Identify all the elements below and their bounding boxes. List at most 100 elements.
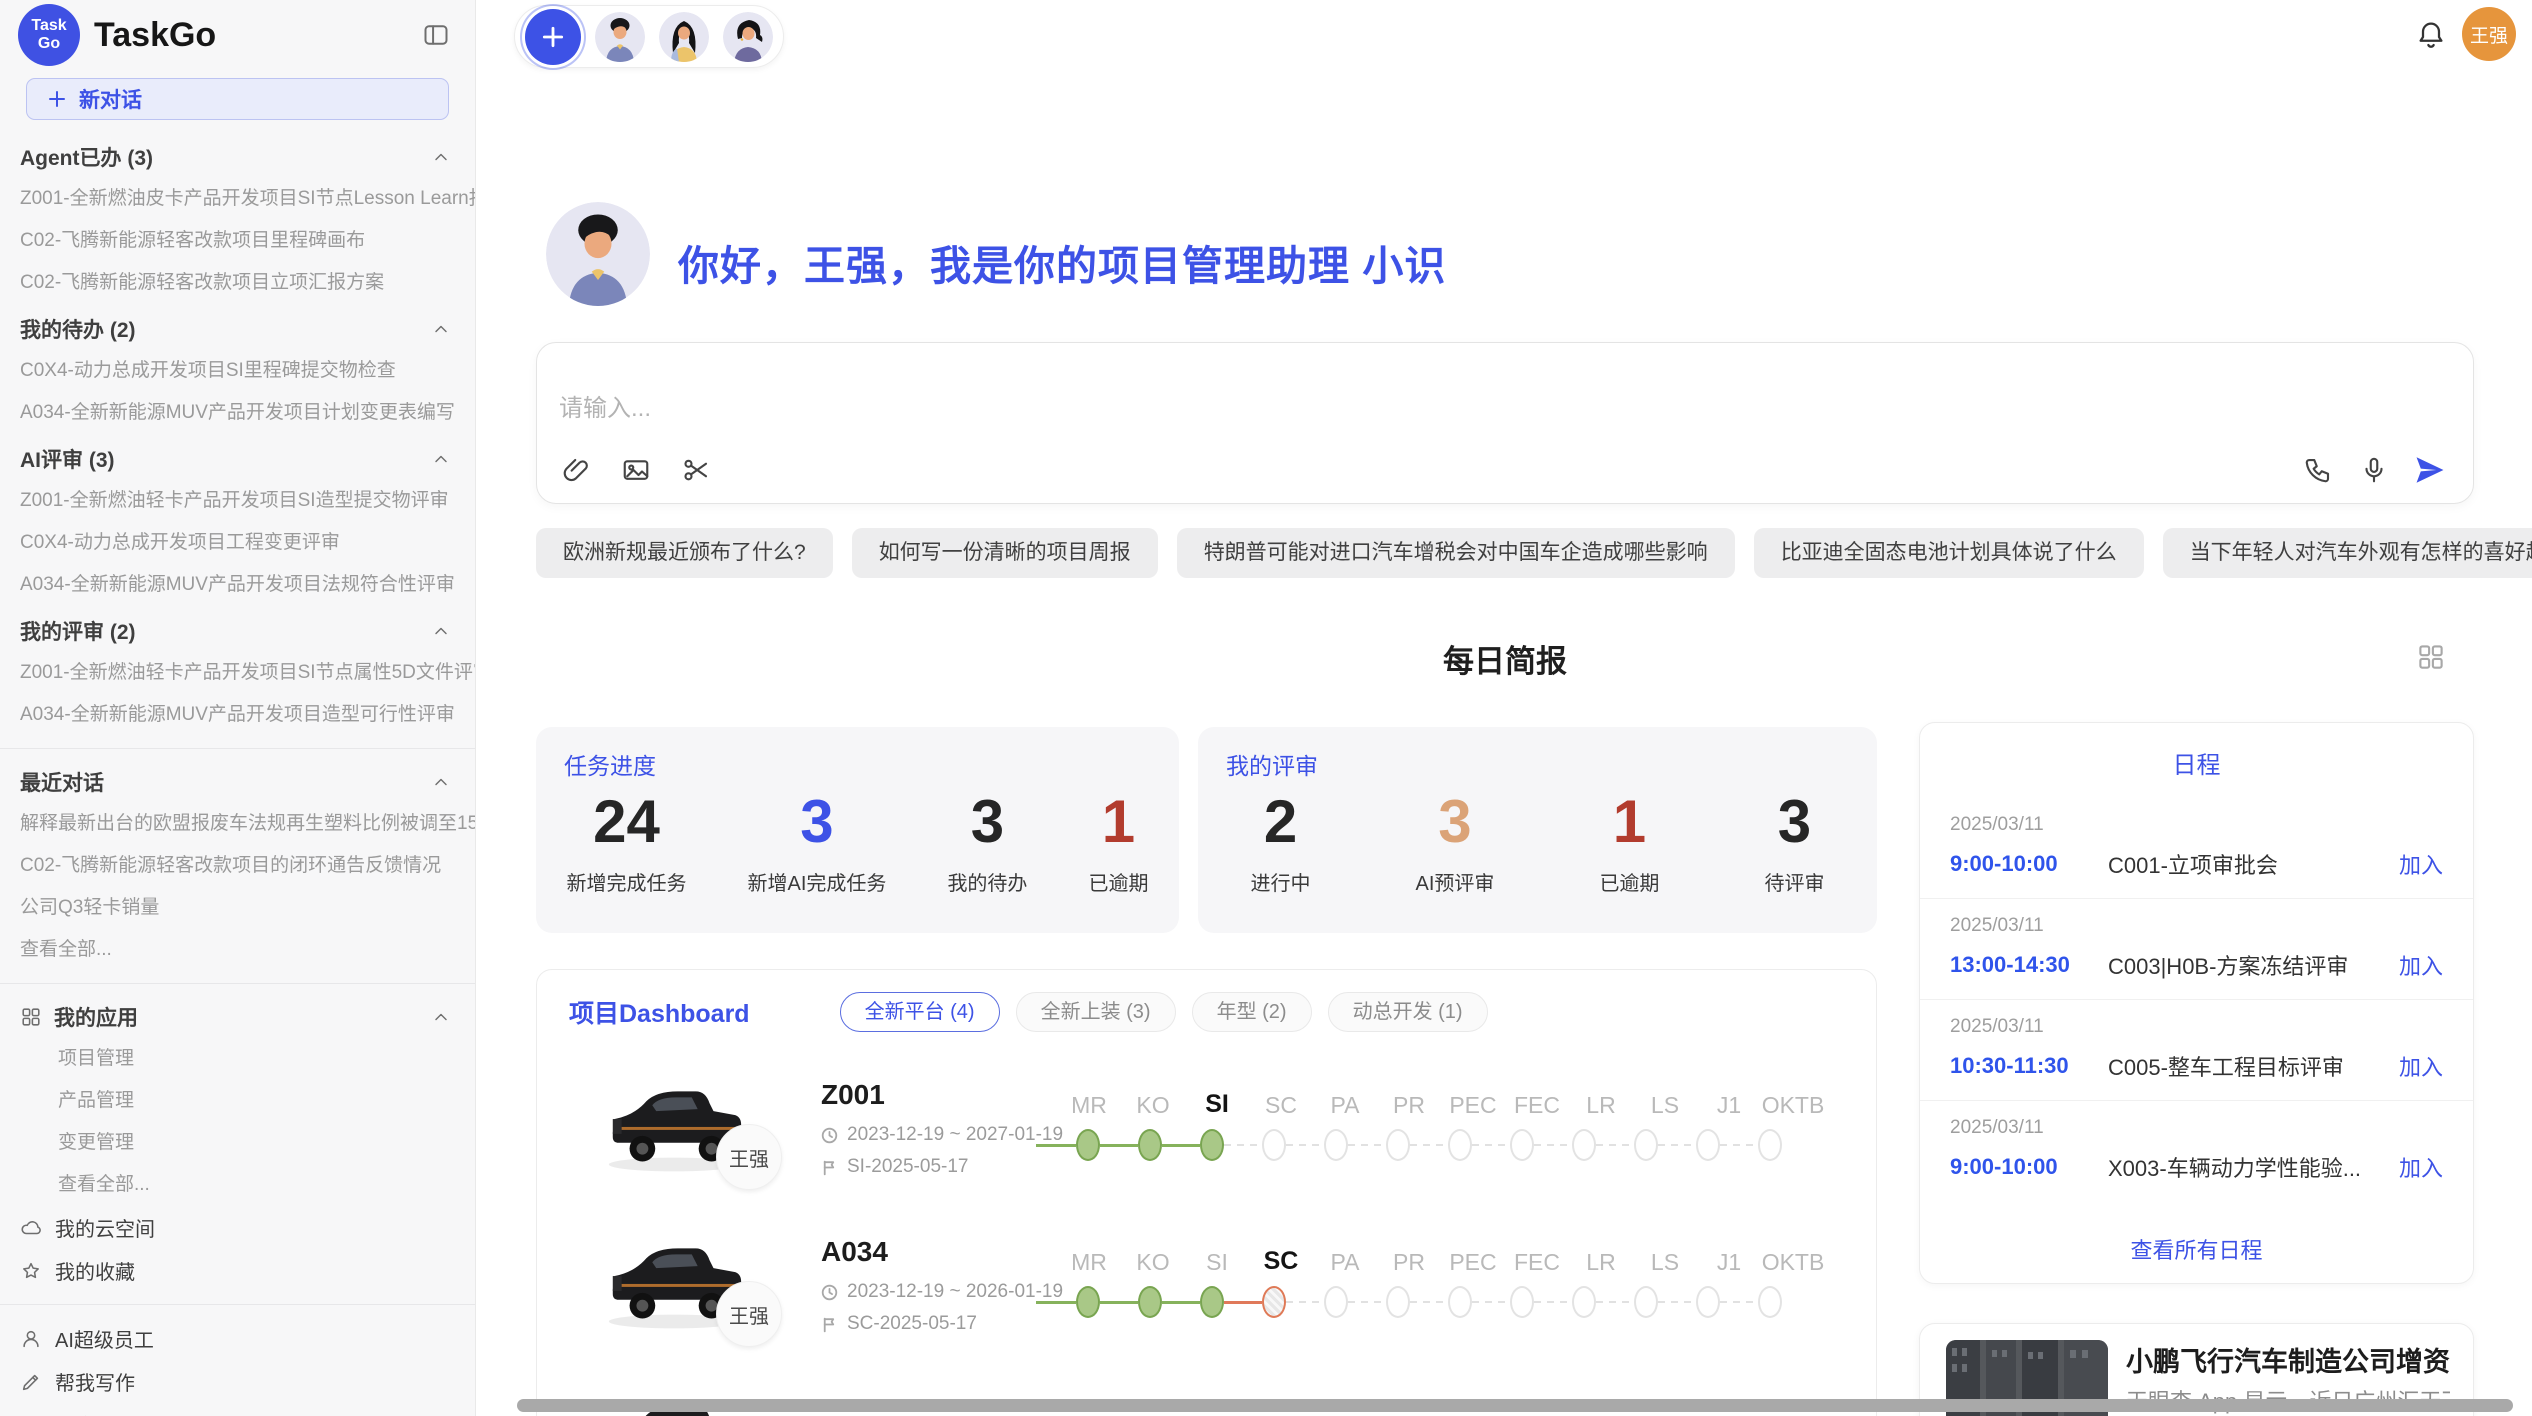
tab-model-year[interactable]: 年型 (2): [1192, 992, 1312, 1032]
section-my-apps[interactable]: 我的应用: [0, 996, 475, 1038]
sidebar-item-creative-draw[interactable]: 创意制图: [0, 1403, 475, 1416]
milestone-node[interactable]: [1572, 1286, 1596, 1318]
chat-input[interactable]: [559, 395, 2159, 423]
milestone-node[interactable]: [1696, 1286, 1720, 1318]
milestone-node[interactable]: [1076, 1129, 1100, 1161]
milestone-node[interactable]: [1138, 1286, 1162, 1318]
join-link[interactable]: 加入: [2399, 1050, 2443, 1082]
image-icon[interactable]: [619, 453, 653, 487]
stat-label: 新增AI完成任务: [748, 867, 887, 896]
milestone-node[interactable]: [1634, 1286, 1658, 1318]
milestone-node[interactable]: [1510, 1286, 1534, 1318]
suggestion-chip[interactable]: 如何写一份清晰的项目周报: [852, 528, 1158, 578]
milestone-label: LR: [1569, 1249, 1633, 1276]
stat-item: 1 已逾期: [1599, 789, 1659, 896]
help-write-label: 帮我写作: [55, 1367, 135, 1396]
new-chat-button[interactable]: 新对话: [26, 78, 449, 120]
sidebar-item[interactable]: Z001-全新燃油皮卡产品开发项目SI节点Lesson Learn报告: [0, 178, 475, 220]
project-row[interactable]: 王强 Z001 2023-12-19 ~ 2027-01-19 SI-2025-…: [537, 1067, 1877, 1217]
recent-chat-item[interactable]: 查看全部...: [0, 929, 475, 971]
section-recent-chats[interactable]: 最近对话: [0, 761, 475, 803]
user-avatar[interactable]: 王强: [2462, 7, 2516, 61]
sidebar-item[interactable]: C0X4-动力总成开发项目SI里程碑提交物检查: [0, 350, 475, 392]
join-link[interactable]: 加入: [2399, 848, 2443, 880]
recent-chat-item[interactable]: 解释最新出台的欧盟报废车法规再生塑料比例被调至15%...: [0, 803, 475, 845]
sidebar: Task Go TaskGo 新对话 Agent已办 (3) Z001-全新燃油…: [0, 0, 476, 1416]
suggestion-chip[interactable]: 欧洲新规最近颁布了什么?: [536, 528, 833, 578]
briefing-layout-icon[interactable]: [2414, 640, 2448, 674]
sidebar-item-favorites[interactable]: 我的收藏: [0, 1249, 475, 1292]
milestone-node[interactable]: [1138, 1129, 1162, 1161]
stat-item: 24 新增完成任务: [567, 789, 687, 896]
milestone-node[interactable]: [1200, 1286, 1224, 1318]
milestone-node[interactable]: [1386, 1286, 1410, 1318]
sidebar-item-cloud-space[interactable]: 我的云空间: [0, 1206, 475, 1249]
app-item[interactable]: 变更管理: [0, 1122, 475, 1164]
milestone-label: LS: [1633, 1092, 1697, 1119]
milestone-label: KO: [1121, 1249, 1185, 1276]
add-assistant-button[interactable]: [525, 9, 581, 65]
sidebar-item[interactable]: Z001-全新燃油轻卡产品开发项目SI造型提交物评审: [0, 480, 475, 522]
send-icon[interactable]: [2413, 453, 2447, 487]
assistant-avatar-3[interactable]: [723, 12, 773, 62]
app-item[interactable]: 产品管理: [0, 1080, 475, 1122]
sidebar-item[interactable]: C02-飞腾新能源轻客改款项目立项汇报方案: [0, 262, 475, 304]
join-link[interactable]: 加入: [2399, 1151, 2443, 1183]
sidebar-item[interactable]: A034-全新新能源MUV产品开发项目造型可行性评审: [0, 694, 475, 736]
sidebar-item[interactable]: A034-全新新能源MUV产品开发项目法规符合性评审: [0, 564, 475, 606]
milestone-node[interactable]: [1324, 1129, 1348, 1161]
section-label: 最近对话: [20, 767, 104, 797]
sidebar-item[interactable]: Z001-全新燃油轻卡产品开发项目SI节点属性5D文件评审: [0, 652, 475, 694]
section-agent-done[interactable]: Agent已办 (3): [0, 136, 475, 178]
recent-chat-item[interactable]: 公司Q3轻卡销量: [0, 887, 475, 929]
milestone-node[interactable]: [1696, 1129, 1720, 1161]
section-my-todo[interactable]: 我的待办 (2): [0, 308, 475, 350]
app-item[interactable]: 项目管理: [0, 1038, 475, 1080]
recent-chat-item[interactable]: C02-飞腾新能源轻客改款项目的闭环通告反馈情况: [0, 845, 475, 887]
section-label: 我的应用: [54, 1002, 138, 1032]
view-all-schedule-link[interactable]: 查看所有日程: [1920, 1233, 2473, 1265]
sidebar-item-help-write[interactable]: 帮我写作: [0, 1360, 475, 1403]
microphone-icon[interactable]: [2357, 453, 2391, 487]
project-code: Z001: [821, 1079, 885, 1111]
milestone-node[interactable]: [1448, 1286, 1472, 1318]
milestone-node[interactable]: [1634, 1129, 1658, 1161]
schedule-date: 2025/03/11: [1950, 915, 2443, 937]
app-item[interactable]: 查看全部...: [0, 1164, 475, 1206]
assistant-avatar-1[interactable]: [595, 12, 645, 62]
suggestion-chip[interactable]: 比亚迪全固态电池计划具体说了什么: [1754, 528, 2144, 578]
milestone-node[interactable]: [1386, 1129, 1410, 1161]
section-ai-review[interactable]: AI评审 (3): [0, 438, 475, 480]
tab-all-new-platform[interactable]: 全新平台 (4): [840, 992, 1000, 1032]
project-row[interactable]: 王强 A034 2023-12-19 ~ 2026-01-19 SC-2025-…: [537, 1224, 1877, 1374]
milestone-node[interactable]: [1758, 1129, 1782, 1161]
sidebar-item[interactable]: C02-飞腾新能源轻客改款项目里程碑画布: [0, 220, 475, 262]
join-link[interactable]: 加入: [2399, 949, 2443, 981]
section-my-review[interactable]: 我的评审 (2): [0, 610, 475, 652]
phone-icon[interactable]: [2301, 453, 2335, 487]
milestone-node[interactable]: [1758, 1286, 1782, 1318]
sidebar-item-ai-employee[interactable]: AI超级员工: [0, 1317, 475, 1360]
milestone-node[interactable]: [1324, 1286, 1348, 1318]
suggestion-chip[interactable]: 当下年轻人对汽车外观有怎样的喜好趋势: [2163, 528, 2532, 578]
milestone-node[interactable]: [1510, 1129, 1534, 1161]
section-label: 我的评审 (2): [20, 616, 136, 646]
sidebar-item[interactable]: C0X4-动力总成开发项目工程变更评审: [0, 522, 475, 564]
milestone-node[interactable]: [1200, 1129, 1224, 1161]
milestone-node[interactable]: [1572, 1129, 1596, 1161]
milestone-node[interactable]: [1076, 1286, 1100, 1318]
schedule-item: 2025/03/11 9:00-10:00 C001-立项审批会 加入: [1920, 798, 2473, 899]
scissors-icon[interactable]: [679, 453, 713, 487]
horizontal-scrollbar[interactable]: [517, 1399, 2513, 1412]
collapse-sidebar-icon[interactable]: [419, 18, 453, 52]
tab-powertrain-dev[interactable]: 动总开发 (1): [1328, 992, 1488, 1032]
notification-bell-icon[interactable]: [2414, 18, 2448, 52]
tab-all-new-body[interactable]: 全新上装 (3): [1016, 992, 1176, 1032]
assistant-avatar-2[interactable]: [659, 12, 709, 62]
milestone-node[interactable]: [1262, 1129, 1286, 1161]
sidebar-item[interactable]: A034-全新新能源MUV产品开发项目计划变更表编写: [0, 392, 475, 434]
attachment-icon[interactable]: [559, 453, 593, 487]
milestone-node[interactable]: [1262, 1286, 1286, 1318]
milestone-node[interactable]: [1448, 1129, 1472, 1161]
suggestion-chip[interactable]: 特朗普可能对进口汽车增税会对中国车企造成哪些影响: [1177, 528, 1735, 578]
